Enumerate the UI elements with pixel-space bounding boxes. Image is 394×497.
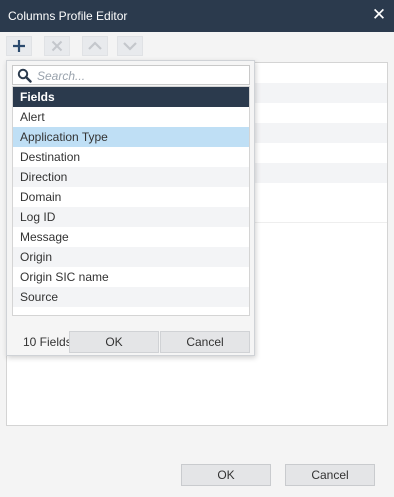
field-item[interactable]: Origin SIC name <box>13 267 249 287</box>
move-up-button[interactable] <box>82 36 108 56</box>
field-item[interactable]: Message <box>13 227 249 247</box>
fields-header: Fields <box>13 87 249 107</box>
columns-profile-editor-window: Columns Profile Editor ✕ Search... Field… <box>0 0 394 497</box>
search-box <box>12 65 250 85</box>
field-item[interactable]: Application Type <box>13 127 249 147</box>
field-item[interactable]: Domain <box>13 187 249 207</box>
field-item[interactable]: Direction <box>13 167 249 187</box>
window-title: Columns Profile Editor <box>8 9 128 23</box>
ok-button[interactable]: OK <box>181 464 271 486</box>
remove-button[interactable] <box>44 36 70 56</box>
field-item[interactable]: Destination <box>13 147 249 167</box>
field-item[interactable]: Source <box>13 287 249 307</box>
move-down-button[interactable] <box>117 36 143 56</box>
move-up-icon <box>88 41 102 50</box>
close-icon[interactable]: ✕ <box>370 5 388 25</box>
toolbar <box>0 32 394 60</box>
fields-count: 10 Fields <box>23 335 72 349</box>
field-item[interactable]: Origin <box>13 247 249 267</box>
field-item[interactable]: Log ID <box>13 207 249 227</box>
title-bar: Columns Profile Editor ✕ <box>0 0 394 32</box>
popup-ok-button[interactable]: OK <box>69 331 159 353</box>
move-down-icon <box>123 42 137 51</box>
add-icon <box>13 40 25 52</box>
add-field-popup: Fields AlertApplication TypeDestinationD… <box>6 60 255 356</box>
fields-list: Fields Alert Application Type Destination D… <box>12 86 250 316</box>
remove-icon <box>51 40 63 52</box>
search-input[interactable] <box>37 68 245 83</box>
field-item[interactable]: Alert <box>13 107 249 127</box>
search-icon <box>17 68 32 83</box>
add-button[interactable] <box>6 36 32 56</box>
cancel-button[interactable]: Cancel <box>285 464 375 486</box>
popup-cancel-button[interactable]: Cancel <box>160 331 250 353</box>
